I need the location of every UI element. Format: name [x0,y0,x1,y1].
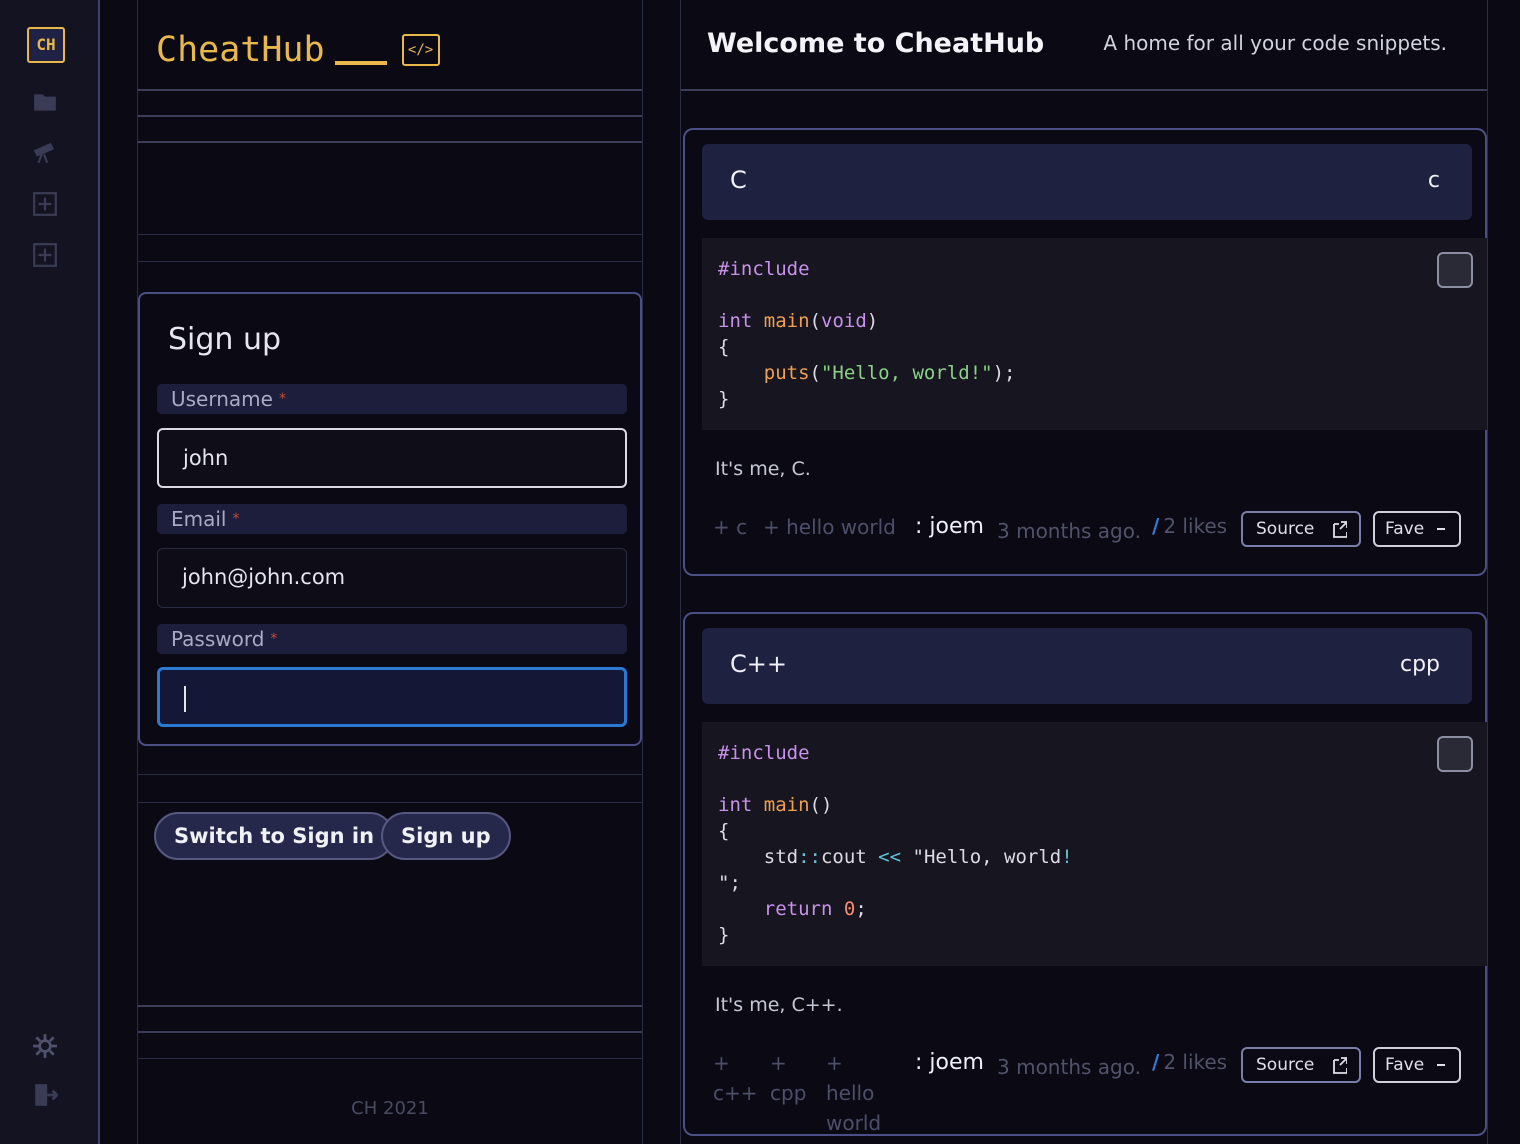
password-field[interactable] [157,667,627,727]
fave-label: Fave [1385,1055,1425,1075]
divider [138,1058,642,1059]
tag-chip[interactable]: + cpp [770,1048,814,1108]
copy-button[interactable] [1437,252,1473,288]
gear-icon[interactable] [32,1033,58,1059]
form-title: Sign up [168,322,282,357]
email-label: Email * [157,504,627,534]
snippet-language: cpp [1399,652,1440,677]
fave-label: Fave [1385,519,1425,539]
brand-title: CheatHub [156,30,325,70]
source-button[interactable]: Source [1241,511,1361,547]
email-field[interactable]: john@john.com [157,548,627,608]
likes-count: /2 likes [1152,514,1228,538]
email-label-text: Email [171,507,227,531]
source-label: Source [1256,519,1315,539]
snippet-name: C++ [730,650,787,678]
likes-text: 2 likes [1163,1050,1228,1074]
footer-text: CH 2021 [351,1098,429,1119]
divider [138,261,642,262]
tag-chip[interactable]: + hello world [763,512,896,542]
source-label: Source [1256,1055,1315,1075]
fave-button[interactable]: Fave [1373,511,1461,547]
logout-icon[interactable] [32,1082,58,1108]
required-mark: * [270,631,278,647]
signup-form: Sign up Username * john Email * john@john.… [138,292,642,746]
divider [138,89,642,91]
auth-panel: CheatHub </> Sign up Username * john Emai… [137,0,643,1144]
page-title: Welcome to CheatHub [707,28,1045,59]
divider [138,141,642,143]
app-logo[interactable]: CH [27,27,65,63]
password-label-text: Password [171,627,265,651]
divider [138,115,642,117]
tag-chip[interactable]: + c++ [713,1048,758,1108]
fave-button[interactable]: Fave [1373,1047,1461,1083]
tag-chip[interactable]: + c [713,512,747,542]
copy-button[interactable] [1437,736,1473,772]
snippet-name: C [730,166,747,194]
switch-to-signin-button[interactable]: Switch to Sign in [154,812,395,860]
external-link-icon [1333,1057,1347,1074]
snippets-panel: Welcome to CheatHub A home for all your … [680,0,1488,1144]
code-icon: </> [401,34,440,66]
likes-text: 2 likes [1163,514,1228,538]
tag-chip[interactable]: + hello world [826,1048,896,1138]
brand-underscore [334,61,387,65]
divider [138,802,642,803]
required-mark: * [278,391,286,407]
snippet-card: C c #include int main(void) { puts("Hell… [683,128,1487,576]
code-block: #include int main(void) { puts("Hello, w… [702,238,1487,430]
snippet-description: It's me, C++. [715,994,843,1016]
signup-button[interactable]: Sign up [381,812,511,860]
required-mark: * [232,511,240,527]
text-cursor [184,686,186,712]
snippet-header: C c [702,144,1472,220]
plus-box-icon[interactable] [32,191,58,217]
brand: CheatHub </> [156,30,440,70]
divider [138,234,642,235]
username-label-text: Username [171,387,273,411]
author-link[interactable]: : joem [915,514,984,539]
source-button[interactable]: Source [1241,1047,1361,1083]
author-link[interactable]: : joem [915,1050,984,1075]
divider [138,1031,642,1033]
plus-box-icon[interactable] [32,242,58,268]
username-field[interactable]: john [157,428,627,488]
divider [138,1005,642,1007]
timestamp: 3 months ago. [997,519,1141,543]
minus-icon [1437,528,1445,530]
snippet-header: C++ cpp [702,628,1472,704]
likes-count: /2 likes [1152,1050,1228,1074]
username-label: Username * [157,384,627,414]
telescope-icon[interactable] [32,140,58,166]
code-block: #include int main() { std::cout << "Hell… [702,722,1487,966]
timestamp: 3 months ago. [997,1055,1141,1079]
side-rail: CH [0,0,100,1144]
snippet-language: c [1427,168,1440,193]
snippet-card: C++ cpp #include int main() { std::cout … [683,612,1487,1136]
tagline: A home for all your code snippets. [1103,31,1447,55]
folder-icon[interactable] [32,89,58,115]
password-label: Password * [157,624,627,654]
external-link-icon [1333,521,1347,538]
snippet-description: It's me, C. [715,458,811,480]
divider [138,774,642,775]
divider [681,89,1487,91]
minus-icon [1437,1064,1445,1066]
